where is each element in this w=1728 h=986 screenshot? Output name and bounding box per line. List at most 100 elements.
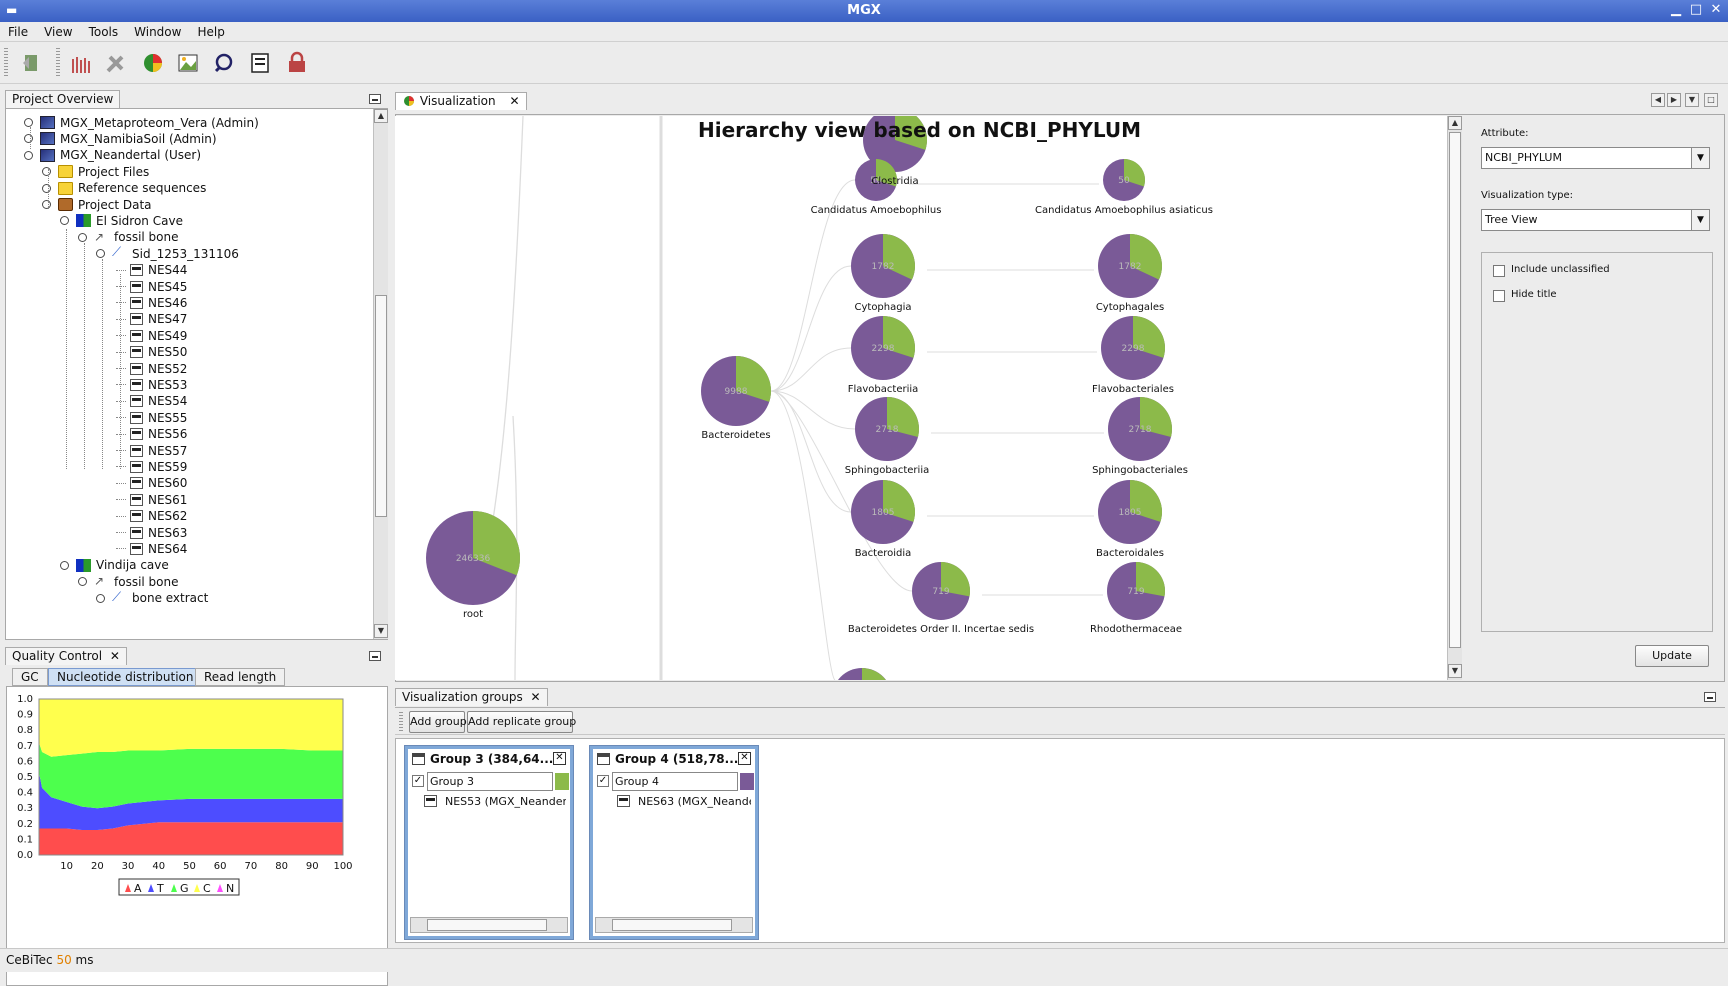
scroll-down-icon[interactable]: ▼ [1448, 664, 1462, 678]
tree-item[interactable]: NES45 [116, 278, 187, 295]
update-button[interactable]: Update [1635, 645, 1709, 667]
expand-toggle-icon[interactable] [60, 560, 69, 570]
expand-toggle-icon[interactable] [96, 249, 105, 259]
tree-item[interactable]: NES50 [116, 344, 187, 361]
tab-visualization[interactable]: Visualization ✕ [395, 92, 527, 110]
tree-item[interactable]: Project Data [42, 196, 152, 213]
tree-item[interactable]: Reference sequences [42, 180, 206, 197]
tree-item[interactable]: NES47 [116, 311, 187, 328]
tree-item[interactable]: Vindija cave [60, 557, 169, 574]
minimize-panel-icon[interactable] [369, 94, 381, 104]
maximize-icon[interactable]: □ [1688, 3, 1704, 18]
tree-item[interactable]: NES55 [116, 409, 187, 426]
tree-item[interactable]: NES59 [116, 458, 187, 475]
expand-toggle-icon[interactable] [42, 183, 51, 193]
tree-item[interactable]: MGX_Neandertal (User) [24, 147, 201, 164]
tree-item[interactable]: ↗ fossil bone [78, 573, 179, 590]
maximize-panel-icon[interactable]: □ [1704, 93, 1718, 107]
expand-toggle-icon[interactable] [78, 577, 87, 587]
minimize-icon[interactable]: ▁ [1668, 3, 1684, 18]
expand-toggle-icon[interactable] [42, 167, 51, 177]
group-card[interactable]: Group 3 (384,64... ✕ ✓ Group 3 NES53 (MG… [404, 745, 574, 940]
expand-toggle-icon[interactable] [78, 232, 87, 242]
group-name-field[interactable]: Group 3 [427, 772, 553, 791]
tools-icon[interactable] [101, 48, 131, 78]
chevron-down-icon[interactable]: ▼ [1691, 148, 1709, 168]
expand-toggle-icon[interactable] [24, 150, 33, 160]
tree-item[interactable]: ⟋ Sid_1253_131106 [96, 245, 239, 262]
scroll-thumb[interactable] [375, 295, 387, 517]
expand-toggle-icon[interactable] [42, 200, 51, 209]
tree-scrollbar[interactable]: ▲ ▼ [373, 109, 388, 639]
group-hscrollbar[interactable] [410, 917, 568, 933]
tree-item[interactable]: ⟋ bone extract [96, 590, 208, 607]
close-icon[interactable]: ✕ [1708, 3, 1724, 18]
group-enabled-checkbox[interactable]: ✓ [412, 775, 424, 787]
bar-chart-icon[interactable] [66, 48, 96, 78]
vis-type-select[interactable]: Tree View ▼ [1481, 209, 1710, 231]
tree-item[interactable]: NES44 [116, 262, 187, 279]
tree-item[interactable]: NES60 [116, 475, 187, 492]
group-hscrollbar[interactable] [595, 917, 753, 933]
toolbar-grip[interactable] [4, 48, 8, 78]
scroll-up-icon[interactable]: ▲ [1448, 116, 1462, 130]
menu-view[interactable]: View [36, 22, 80, 42]
add-group-button[interactable]: Add group [409, 711, 467, 733]
tab-read-length[interactable]: Read length [195, 668, 286, 686]
expand-toggle-icon[interactable] [24, 118, 33, 127]
tree-item[interactable]: El Sidron Cave [60, 212, 183, 229]
tree-item[interactable]: ↗ fossil bone [78, 229, 179, 246]
menu-file[interactable]: File [0, 22, 36, 42]
close-icon[interactable]: ✕ [738, 752, 751, 765]
tab-project-overview[interactable]: Project Overview [5, 90, 121, 108]
tree-item[interactable]: Project Files [42, 163, 149, 180]
back-icon[interactable] [16, 48, 46, 78]
close-tab-icon[interactable]: ✕ [110, 649, 120, 663]
tree-item[interactable]: NES61 [116, 491, 187, 508]
tab-gc[interactable]: GC [12, 668, 48, 686]
minimize-panel-icon[interactable] [369, 651, 381, 661]
tab-visualization-groups[interactable]: Visualization groups ✕ [395, 688, 548, 706]
search-icon[interactable] [209, 48, 239, 78]
scroll-thumb[interactable] [427, 919, 547, 931]
group-enabled-checkbox[interactable]: ✓ [597, 775, 609, 787]
image-export-icon[interactable] [173, 48, 203, 78]
scroll-down-icon[interactable]: ▼ [374, 624, 388, 638]
tree-item[interactable]: NES57 [116, 442, 187, 459]
tree-item[interactable]: NES62 [116, 508, 187, 525]
attribute-select[interactable]: NCBI_PHYLUM ▼ [1481, 147, 1710, 169]
menu-window[interactable]: Window [126, 22, 189, 42]
tree-item[interactable]: NES64 [116, 540, 187, 557]
scroll-thumb[interactable] [612, 919, 732, 931]
tree-item[interactable]: NES56 [116, 426, 187, 443]
chevron-down-icon[interactable]: ▼ [1691, 210, 1709, 230]
tree-item[interactable]: MGX_Metaproteom_Vera (Admin) [24, 114, 259, 131]
tab-right-icon[interactable]: ▶ [1667, 93, 1681, 107]
lock-icon[interactable] [282, 48, 312, 78]
group-color-swatch[interactable] [740, 773, 754, 790]
close-tab-icon[interactable]: ✕ [531, 690, 541, 704]
scroll-up-icon[interactable]: ▲ [374, 109, 388, 123]
viz-scrollbar[interactable]: ▲ ▼ [1447, 116, 1462, 680]
tree-item[interactable]: NES52 [116, 360, 187, 377]
tree-item[interactable]: NES53 [116, 376, 187, 393]
expand-toggle-icon[interactable] [96, 593, 105, 603]
tree-item[interactable]: MGX_NamibiaSoil (Admin) [24, 130, 217, 147]
tab-list-icon[interactable]: ▼ [1685, 93, 1699, 107]
menu-help[interactable]: Help [189, 22, 232, 42]
minimize-panel-icon[interactable] [1704, 692, 1716, 702]
tab-quality-control[interactable]: Quality Control ✕ [5, 647, 127, 665]
include-unclassified-checkbox[interactable] [1493, 265, 1505, 277]
add-replicate-group-button[interactable]: Add replicate group [467, 711, 576, 733]
close-icon[interactable]: ✕ [553, 752, 566, 765]
tab-nucleotide-distribution[interactable]: Nucleotide distribution [48, 668, 203, 686]
expand-toggle-icon[interactable] [24, 134, 33, 144]
pie-chart-icon[interactable] [138, 48, 168, 78]
clipboard-icon[interactable] [245, 48, 275, 78]
hide-title-checkbox[interactable] [1493, 290, 1505, 302]
tree-item[interactable]: NES49 [116, 327, 187, 344]
scroll-thumb[interactable] [1449, 132, 1461, 648]
close-tab-icon[interactable]: ✕ [509, 94, 519, 108]
tree-item[interactable]: NES63 [116, 524, 187, 541]
menu-tools[interactable]: Tools [81, 22, 127, 42]
